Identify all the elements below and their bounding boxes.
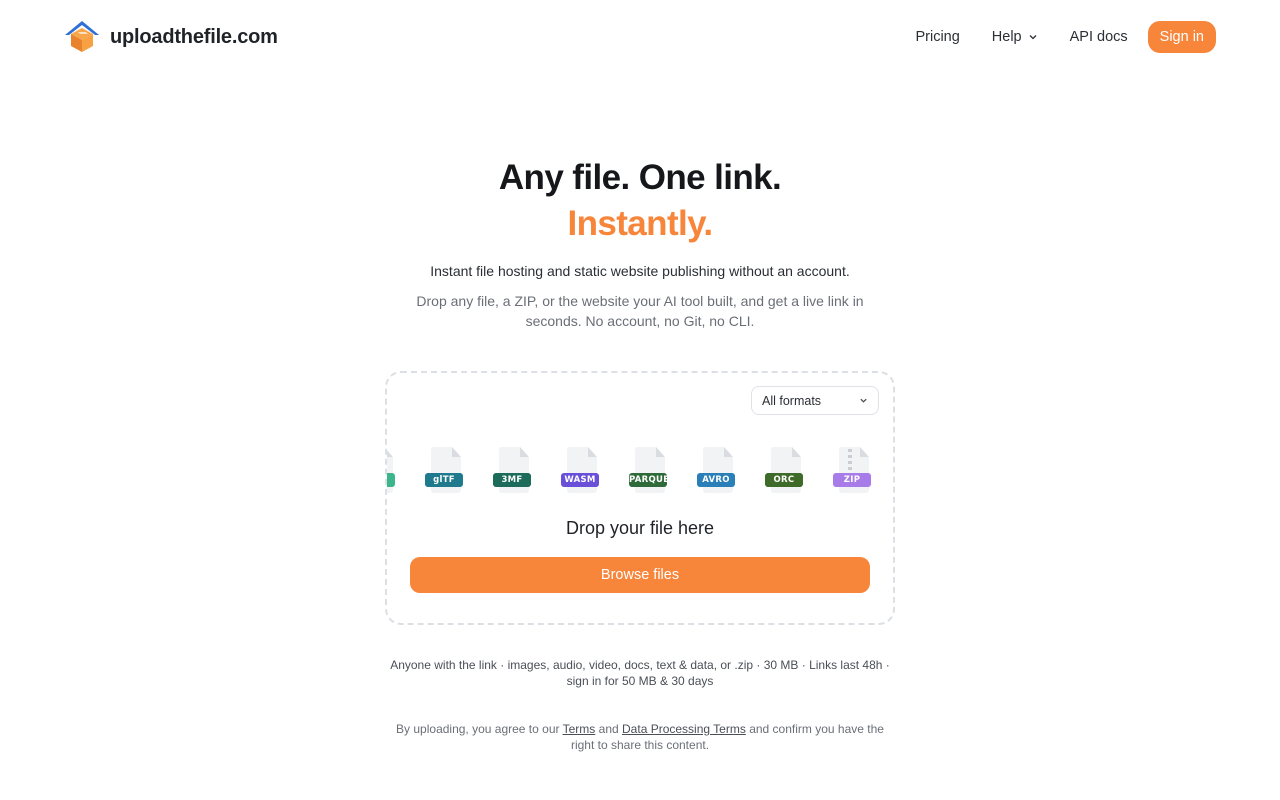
file-type-label: WASM (561, 473, 599, 487)
file-type-label: ORC (765, 473, 803, 487)
sign-in-button[interactable]: Sign in (1147, 21, 1216, 53)
drop-label: Drop your file here (565, 518, 715, 538)
format-select-value: All formats (762, 393, 822, 408)
legal-prefix: By uploading, you agree to our (396, 722, 560, 736)
nav-pricing[interactable]: Pricing (915, 29, 959, 45)
chevron-down-icon (860, 398, 867, 403)
nav-help[interactable]: Help (992, 29, 1038, 45)
file-dropzone[interactable]: All formats glTF 3MF WASM PARQUET AVRO (385, 371, 895, 625)
site-header: uploadthefile.com Pricing Help API docs … (0, 0, 1280, 74)
hero-subtitle: Drop any file, a ZIP, or the website you… (416, 293, 864, 329)
file-type-label: 3MF (493, 473, 531, 487)
hero-title: Any file. One link. (498, 158, 782, 197)
upload-limits-info: Anyone with the link · images, audio, vi… (390, 658, 890, 688)
file-type-label: PARQUET (629, 473, 667, 487)
file-type-carousel: glTF 3MF WASM PARQUET AVRO ORC ZIP (387, 447, 893, 499)
zip-file-icon: ZIP (833, 447, 873, 495)
file-type-icon: PARQUET (629, 447, 669, 495)
file-type-icon: 3MF (493, 447, 533, 495)
chevron-down-icon (1029, 35, 1037, 40)
file-type-icon: WASM (561, 447, 601, 495)
file-type-label: glTF (425, 473, 463, 487)
hero-lead: Instant file hosting and static website … (430, 263, 850, 279)
logo[interactable]: uploadthefile.com (64, 20, 278, 54)
file-type-icon: AVRO (697, 447, 737, 495)
data-processing-terms-link[interactable]: Data Processing Terms (622, 722, 746, 736)
main-nav: Pricing Help API docs Sign in (915, 21, 1216, 53)
file-type-icon: ORC (765, 447, 805, 495)
nav-api-docs[interactable]: API docs (1070, 29, 1128, 45)
logo-box-icon (65, 21, 99, 52)
legal-notice: By uploading, you agree to our Terms and… (385, 721, 895, 753)
file-type-label: AVRO (697, 473, 735, 487)
format-select[interactable]: All formats (751, 386, 879, 415)
logo-text: uploadthefile.com (110, 25, 278, 48)
file-type-label: ZIP (833, 473, 871, 487)
nav-help-label: Help (991, 29, 1022, 45)
file-type-icon-partial (387, 447, 397, 495)
hero-accent: Instantly. (567, 204, 713, 243)
file-type-icon: glTF (425, 447, 465, 495)
legal-and: and (598, 722, 619, 736)
browse-files-button[interactable]: Browse files (410, 557, 870, 593)
terms-link[interactable]: Terms (563, 722, 596, 736)
